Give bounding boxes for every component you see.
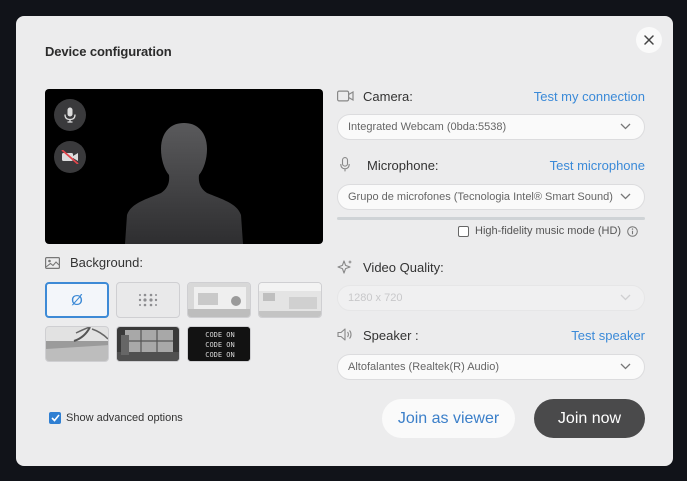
- office-window-thumbnail: [117, 327, 179, 361]
- camera-select[interactable]: Integrated Webcam (0bda:5538): [337, 114, 645, 140]
- speaker-label: Speaker :: [363, 328, 419, 343]
- chevron-down-icon: [620, 193, 631, 200]
- background-section-header: Background:: [45, 255, 143, 270]
- background-option-room-2[interactable]: [258, 282, 322, 318]
- hifi-checkbox[interactable]: [458, 225, 469, 237]
- microphone-select[interactable]: Grupo de microfones (Tecnologia Intel® S…: [337, 184, 645, 210]
- no-background-icon: Ø: [71, 291, 83, 309]
- camera-label: Camera:: [363, 89, 413, 104]
- video-quality-select-value: 1280 x 720: [348, 292, 403, 304]
- microphone-icon: [64, 107, 76, 123]
- hifi-label: High-fidelity music mode (HD): [475, 225, 622, 237]
- device-config-dialog: Device configuration Background: Ø CODE …: [16, 16, 673, 466]
- advanced-options-label: Show advanced options: [66, 412, 183, 424]
- speaker-icon: [337, 328, 352, 341]
- video-preview: [45, 89, 323, 244]
- video-quality-label: Video Quality:: [363, 260, 444, 275]
- code-line-1: CODE ON: [205, 331, 235, 339]
- background-option-room-1[interactable]: [187, 282, 251, 318]
- test-connection-link[interactable]: Test my connection: [534, 89, 645, 104]
- hifi-mode-option[interactable]: High-fidelity music mode (HD): [458, 225, 638, 237]
- toggle-camera-button[interactable]: [54, 141, 86, 173]
- room-1-thumbnail: [188, 283, 250, 317]
- room-2-thumbnail: [259, 283, 321, 317]
- background-option-blur[interactable]: [116, 282, 180, 318]
- background-option-beach[interactable]: [45, 326, 109, 362]
- test-microphone-link[interactable]: Test microphone: [550, 158, 645, 173]
- camera-off-icon: [61, 150, 79, 164]
- camera-icon: [337, 90, 354, 102]
- background-option-code-screen[interactable]: CODE ON CODE ON CODE ON: [187, 326, 251, 362]
- close-button[interactable]: [636, 27, 662, 53]
- checkmark-icon: [50, 414, 60, 422]
- background-option-none[interactable]: Ø: [45, 282, 109, 318]
- speaker-select-value: Altofalantes (Realtek(R) Audio): [348, 361, 500, 373]
- info-icon[interactable]: [627, 225, 638, 237]
- advanced-options-toggle[interactable]: Show advanced options: [49, 412, 183, 424]
- background-label: Background:: [70, 255, 143, 270]
- code-line-2: CODE ON: [205, 341, 235, 349]
- chevron-down-icon: [620, 123, 631, 130]
- microphone-section-icon: [340, 157, 350, 172]
- speaker-select[interactable]: Altofalantes (Realtek(R) Audio): [337, 354, 645, 380]
- code-screen-thumbnail: CODE ON CODE ON CODE ON: [188, 327, 250, 361]
- close-icon: [644, 35, 654, 45]
- user-silhouette: [125, 123, 243, 244]
- join-now-button[interactable]: Join now: [534, 399, 645, 438]
- sparkle-icon: [337, 260, 352, 274]
- beach-thumbnail: [46, 327, 108, 361]
- toggle-mic-button[interactable]: [54, 99, 86, 131]
- image-icon: [45, 256, 60, 269]
- microphone-select-value: Grupo de microfones (Tecnologia Intel® S…: [348, 191, 613, 203]
- chevron-down-icon: [620, 363, 631, 370]
- camera-select-value: Integrated Webcam (0bda:5538): [348, 121, 507, 133]
- chevron-down-icon: [620, 294, 631, 301]
- advanced-options-checkbox[interactable]: [49, 412, 61, 424]
- background-option-office-window[interactable]: [116, 326, 180, 362]
- blur-icon: [138, 293, 158, 307]
- video-quality-select[interactable]: 1280 x 720: [337, 285, 645, 311]
- code-line-3: CODE ON: [205, 351, 235, 359]
- test-speaker-link[interactable]: Test speaker: [571, 328, 645, 343]
- join-as-viewer-button[interactable]: Join as viewer: [382, 399, 515, 438]
- microphone-level-meter: [337, 217, 645, 220]
- microphone-label: Microphone:: [367, 158, 439, 173]
- dialog-title: Device configuration: [45, 44, 172, 59]
